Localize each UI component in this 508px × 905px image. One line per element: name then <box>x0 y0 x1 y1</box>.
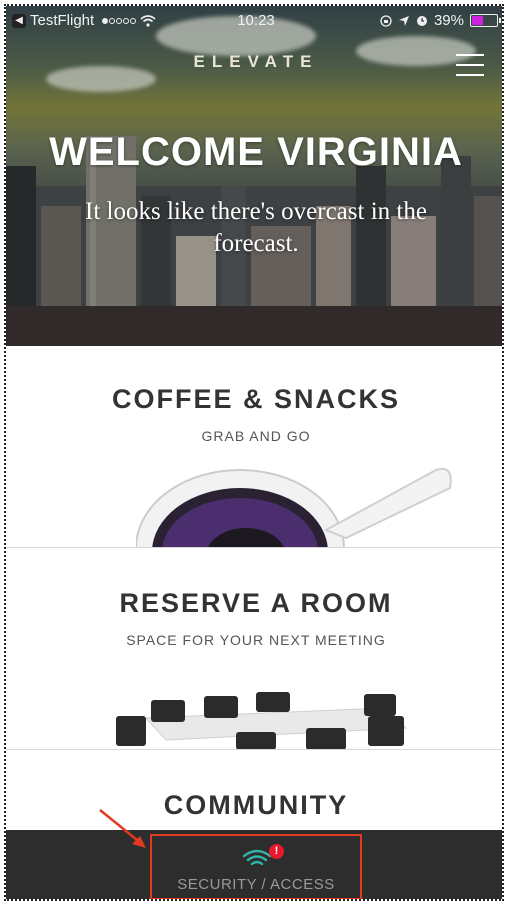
location-arrow-icon <box>398 15 409 26</box>
brand-logo: ELEVATE <box>193 52 319 71</box>
bottom-nav-bar: ! SECURITY / ACCESS <box>6 830 502 899</box>
conference-table-image <box>116 692 408 749</box>
community-card[interactable]: COMMUNITY <box>6 750 502 830</box>
app-frame: ◀ TestFlight 10:23 39% ELEVATE WELCOME V… <box>4 4 504 901</box>
section-title: COMMUNITY <box>163 790 349 820</box>
hero-banner: ◀ TestFlight 10:23 39% ELEVATE WELCOME V… <box>6 6 502 346</box>
coffee-snacks-card[interactable]: COFFEE & SNACKS GRAB AND GO <box>6 346 502 548</box>
coffee-cup-image <box>136 467 452 547</box>
reserve-room-card[interactable]: RESERVE A ROOM SPACE FOR YOUR NEXT MEETI… <box>6 548 502 750</box>
section-title: RESERVE A ROOM <box>119 588 393 618</box>
status-right: 39% <box>380 12 501 29</box>
alarm-icon <box>416 15 427 26</box>
welcome-heading: WELCOME VIRGINIA <box>49 130 463 174</box>
security-access-label: SECURITY / ACCESS <box>177 876 335 893</box>
battery-icon <box>470 14 501 27</box>
section-title: COFFEE & SNACKS <box>111 384 401 414</box>
wifi-icon <box>242 849 272 866</box>
battery-percent: 39% <box>433 12 464 29</box>
status-bar: ◀ TestFlight 10:23 39% <box>6 6 502 36</box>
alert-badge: ! <box>269 844 284 859</box>
hamburger-menu-icon[interactable] <box>456 54 484 76</box>
section-subtitle: SPACE FOR YOUR NEXT MEETING <box>126 632 386 648</box>
weather-message: It looks like there's overcast in the fo… <box>85 198 427 257</box>
section-subtitle: GRAB AND GO <box>201 428 311 444</box>
rotation-lock-icon <box>380 14 392 27</box>
security-access-button[interactable]: ! SECURITY / ACCESS <box>150 834 362 899</box>
annotation-arrow-icon <box>99 809 146 848</box>
